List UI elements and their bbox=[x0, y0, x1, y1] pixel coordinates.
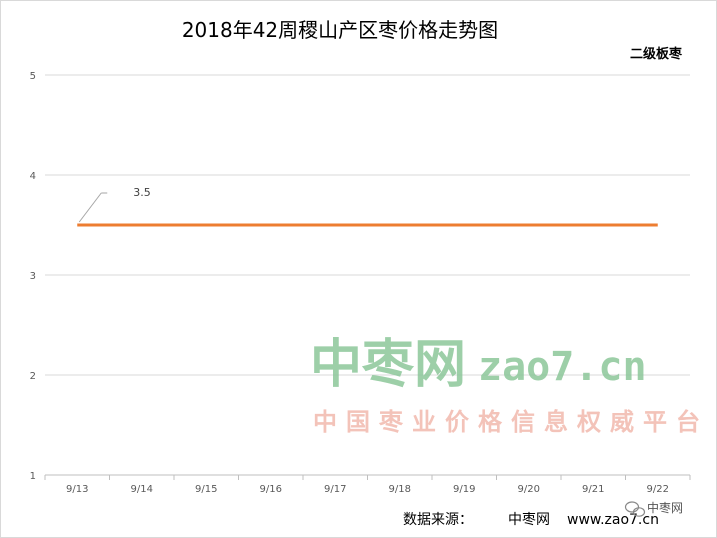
wechat-badge: 中枣网 bbox=[624, 500, 683, 517]
x-tick-label: 9/14 bbox=[131, 484, 153, 495]
x-tick-label: 9/16 bbox=[260, 484, 282, 495]
x-axis: 9/13 9/14 9/15 9/16 9/17 9/18 9/19 9/20 9/21 9/22 bbox=[44, 474, 691, 495]
x-tick-label: 9/20 bbox=[518, 484, 540, 495]
price-chart: 2018年42周稷山产区枣价格走势图 二级板枣 9/13 9/14 9/15 9/16… bbox=[0, 0, 717, 538]
x-tick-label: 9/15 bbox=[195, 484, 217, 495]
x-tick-label: 9/22 bbox=[647, 484, 669, 495]
x-tick-label: 9/21 bbox=[582, 484, 604, 495]
x-tick-label: 9/13 bbox=[66, 484, 88, 495]
legend-label: 二级板枣 bbox=[630, 46, 683, 62]
source-url: www.zao7.cn bbox=[567, 512, 659, 528]
y-tick-label: 4 bbox=[30, 171, 36, 182]
watermark: 中枣网 zao7.cn 中国枣业价格信息权威平台 bbox=[310, 335, 709, 436]
chart-border bbox=[0, 0, 717, 538]
y-tick-label: 2 bbox=[30, 371, 36, 382]
chart-title: 2018年42周稷山产区枣价格走势图 bbox=[182, 18, 498, 42]
source-footer: 数据来源： 中枣网 www.zao7.cn bbox=[403, 512, 659, 528]
chart-frame: 2018年42周稷山产区枣价格走势图 二级板枣 9/13 9/14 9/15 9/16… bbox=[0, 0, 717, 538]
x-tick-label: 9/19 bbox=[453, 484, 475, 495]
y-tick-label: 5 bbox=[30, 71, 36, 82]
badge-text: 中枣网 bbox=[647, 500, 683, 515]
watermark-brand: 中枣网 bbox=[310, 335, 466, 395]
series-layer: 3.5 bbox=[77, 186, 658, 227]
source-label: 数据来源： bbox=[403, 512, 473, 528]
y-axis: 1 2 3 4 5 bbox=[30, 71, 36, 482]
x-tick-label: 9/17 bbox=[324, 484, 346, 495]
source-name: 中枣网 bbox=[508, 512, 550, 528]
watermark-slogan: 中国枣业价格信息权威平台 bbox=[313, 408, 709, 436]
data-label-leader bbox=[78, 192, 102, 223]
x-tick-label: 9/18 bbox=[389, 484, 411, 495]
watermark-url: zao7.cn bbox=[478, 344, 647, 390]
y-tick-label: 1 bbox=[30, 471, 36, 482]
y-tick-label: 3 bbox=[30, 271, 36, 282]
data-label: 3.5 bbox=[133, 186, 151, 199]
